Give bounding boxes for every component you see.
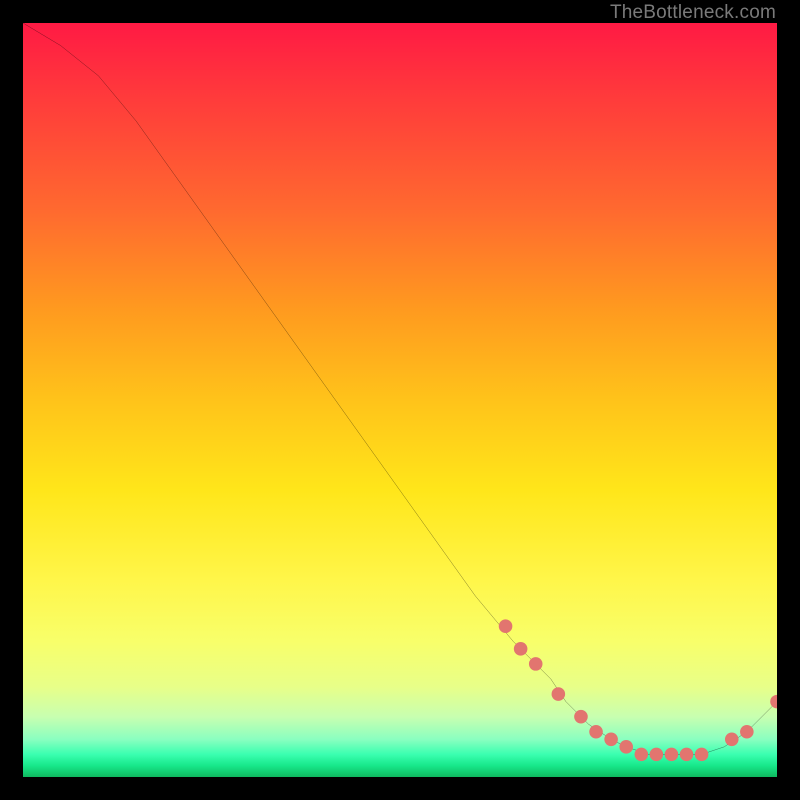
- curve-marker: [634, 748, 648, 762]
- curve-markers: [499, 619, 777, 761]
- curve-marker: [529, 657, 543, 671]
- curve-marker: [604, 733, 618, 747]
- curve-marker: [650, 748, 664, 762]
- curve-marker: [499, 619, 513, 633]
- attribution-text: TheBottleneck.com: [610, 2, 776, 24]
- chart-stage: TheBottleneck.com: [0, 0, 800, 800]
- curve-layer: [23, 23, 777, 777]
- curve-marker: [725, 733, 739, 747]
- plot-area: [23, 23, 777, 777]
- curve-marker: [695, 748, 709, 762]
- curve-marker: [552, 687, 566, 701]
- bottleneck-curve: [23, 23, 777, 754]
- curve-line: [23, 23, 777, 754]
- curve-marker: [589, 725, 603, 739]
- curve-marker: [680, 748, 694, 762]
- curve-marker: [574, 710, 588, 724]
- curve-marker: [770, 695, 777, 709]
- curve-marker: [740, 725, 754, 739]
- curve-marker: [514, 642, 528, 656]
- curve-marker: [619, 740, 633, 754]
- curve-marker: [665, 748, 679, 762]
